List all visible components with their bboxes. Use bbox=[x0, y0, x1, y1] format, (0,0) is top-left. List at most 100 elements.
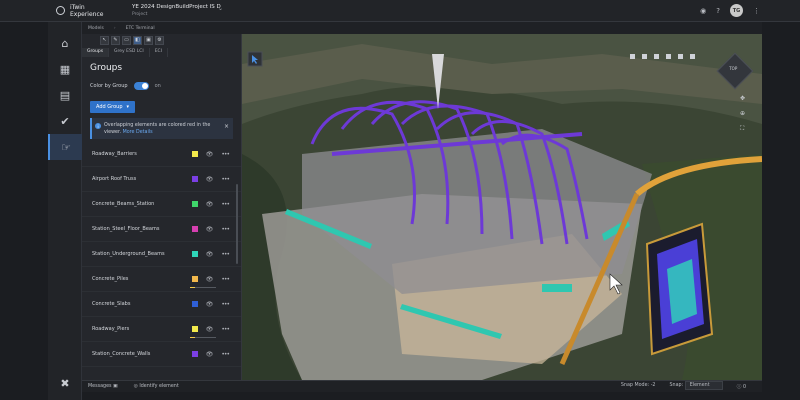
view-tool-5-icon[interactable] bbox=[678, 54, 683, 59]
view-tool-4-icon[interactable] bbox=[666, 54, 671, 59]
document-icon[interactable]: ▤ bbox=[48, 82, 82, 108]
more-options-icon[interactable]: ••• bbox=[221, 176, 230, 183]
view-cube-label: TOP bbox=[729, 66, 738, 72]
messages-button[interactable]: Messages ▣ bbox=[88, 384, 118, 389]
more-options-icon[interactable]: ••• bbox=[221, 326, 230, 333]
breadcrumb-root[interactable]: Models bbox=[88, 26, 104, 31]
group-color-swatch[interactable] bbox=[191, 151, 198, 157]
group-row[interactable]: Concrete_Piles 👁 ••• bbox=[82, 267, 241, 292]
pan-icon[interactable]: ✥ bbox=[740, 95, 745, 102]
pen-tool-icon[interactable]: ✎ bbox=[111, 35, 120, 45]
view-tool-6-icon[interactable] bbox=[690, 54, 695, 59]
eye-icon[interactable]: 👁 bbox=[206, 351, 214, 358]
view-tool-2-icon[interactable] bbox=[642, 54, 647, 59]
measure-tool-icon[interactable]: ▭ bbox=[122, 35, 131, 45]
group-row[interactable]: Station_Concrete_Walls 👁 ••• bbox=[82, 342, 241, 367]
group-color-swatch[interactable] bbox=[191, 276, 198, 282]
group-row[interactable]: Roadway_Barriers 👁 ••• bbox=[82, 142, 241, 167]
color-by-group-label: Color by Group bbox=[90, 83, 128, 89]
more-options-icon[interactable]: ••• bbox=[221, 251, 230, 258]
group-color-swatch[interactable] bbox=[191, 201, 198, 207]
breadcrumb-current[interactable]: ETC Terminal bbox=[126, 26, 155, 31]
overlap-alert: i Overlapping elements are colored red i… bbox=[90, 118, 233, 139]
group-color-swatch[interactable] bbox=[191, 351, 198, 357]
left-margin bbox=[0, 22, 48, 400]
fit-view-icon[interactable]: ⛶ bbox=[740, 125, 745, 133]
eye-icon[interactable]: 👁 bbox=[206, 176, 214, 183]
snap-dropdown[interactable]: Element bbox=[684, 381, 723, 390]
color-by-group-toggle[interactable] bbox=[133, 82, 149, 90]
notification-icon[interactable]: ◉ bbox=[700, 7, 706, 15]
tools-icon[interactable]: ✖ bbox=[48, 370, 82, 396]
group-color-swatch[interactable] bbox=[191, 301, 198, 307]
top-right-actions: ◉ ? TG ⋮ bbox=[700, 4, 760, 17]
brand[interactable]: iTwin Experience bbox=[0, 4, 120, 18]
project-selector[interactable]: YE 2024 DesignBuildProject IS D Project … bbox=[132, 4, 223, 18]
group-row[interactable]: Concrete_Beams_Station 👁 ••• bbox=[82, 192, 241, 217]
isolate-tool-icon[interactable]: ▣ bbox=[144, 35, 153, 45]
insights-icon[interactable]: ▦ bbox=[48, 56, 82, 82]
eye-icon[interactable]: 👁 bbox=[206, 251, 214, 258]
group-name: Roadway_Barriers bbox=[92, 151, 137, 157]
view-tool-3-icon[interactable] bbox=[654, 54, 659, 59]
status-right: Snap Mode: -2 Snap: Element ⓘ 0 bbox=[621, 381, 762, 390]
eye-icon[interactable]: 👁 bbox=[206, 326, 214, 333]
group-color-swatch[interactable] bbox=[191, 226, 198, 232]
color-by-group-value: on bbox=[154, 83, 161, 89]
eye-icon[interactable]: 👁 bbox=[206, 301, 214, 308]
group-name: Station_Concrete_Walls bbox=[92, 351, 151, 357]
group-list: Roadway_Barriers 👁 ••• Airport Roof Truss 👁 •… bbox=[82, 142, 241, 367]
check-icon[interactable]: ✔ bbox=[48, 108, 82, 134]
tab-grey-esd[interactable]: Grey ESD LCI bbox=[109, 48, 150, 57]
group-color-swatch[interactable] bbox=[191, 326, 198, 332]
eye-icon[interactable]: 👁 bbox=[206, 276, 214, 283]
eye-icon[interactable]: 👁 bbox=[206, 151, 214, 158]
add-group-button[interactable]: Add Group ▾ bbox=[90, 101, 136, 113]
more-options-icon[interactable]: ••• bbox=[221, 276, 230, 283]
left-rail: ⌂ ▦ ▤ ✔ ☞ ✖ bbox=[48, 22, 82, 400]
3d-viewport[interactable] bbox=[242, 34, 762, 380]
help-icon[interactable]: ? bbox=[716, 7, 720, 15]
panel-scrollbar[interactable] bbox=[236, 184, 238, 264]
status-bar: Messages ▣ ◎ Identify element Snap Mode:… bbox=[82, 380, 762, 392]
zoom-icon[interactable]: ⊕ bbox=[740, 110, 745, 117]
more-details-link[interactable]: More Details bbox=[123, 130, 153, 135]
group-row[interactable]: Airport Roof Truss 👁 ••• bbox=[82, 167, 241, 192]
apps-icon[interactable]: ⋮ bbox=[753, 7, 760, 15]
more-options-icon[interactable]: ••• bbox=[221, 201, 230, 208]
tab-groups[interactable]: Groups bbox=[82, 48, 110, 57]
more-options-icon[interactable]: ••• bbox=[221, 226, 230, 233]
group-name: Concrete_Slabs bbox=[92, 301, 131, 307]
group-name: Station_Underground_Beams bbox=[92, 251, 165, 257]
group-color-swatch[interactable] bbox=[191, 176, 198, 182]
snap-mode[interactable]: Snap Mode: -2 bbox=[621, 383, 656, 390]
app-window: iTwin Experience YE 2024 DesignBuildProj… bbox=[0, 0, 800, 400]
group-row[interactable]: Roadway_Piers 👁 ••• bbox=[82, 317, 241, 342]
breadcrumb: Models › ETC Terminal bbox=[82, 22, 762, 34]
groups-icon[interactable]: ☞ bbox=[48, 134, 82, 160]
group-name: Airport Roof Truss bbox=[92, 176, 137, 182]
group-row[interactable]: Station_Steel_Floor_Beams 👁 ••• bbox=[82, 217, 241, 242]
view-tool-1-icon[interactable] bbox=[630, 54, 635, 59]
close-icon[interactable]: × bbox=[224, 123, 229, 130]
group-row[interactable]: Station_Underground_Beams 👁 ••• bbox=[82, 242, 241, 267]
settings-tool-icon[interactable]: ⚙ bbox=[155, 35, 164, 45]
eye-icon[interactable]: 👁 bbox=[206, 201, 214, 208]
select-tool-icon[interactable]: ↖ bbox=[100, 35, 109, 45]
eye-icon[interactable]: 👁 bbox=[206, 226, 214, 233]
more-options-icon[interactable]: ••• bbox=[221, 301, 230, 308]
snap-mode-label: Snap Mode bbox=[620, 383, 648, 388]
more-options-icon[interactable]: ••• bbox=[221, 351, 230, 358]
count-value: 0 bbox=[742, 385, 746, 390]
section-tool-icon[interactable]: ◧ bbox=[133, 35, 142, 45]
home-icon[interactable]: ⌂ bbox=[48, 30, 82, 56]
identify-element-button[interactable]: ◎ Identify element bbox=[134, 384, 179, 389]
group-row[interactable]: Concrete_Slabs 👁 ••• bbox=[82, 292, 241, 317]
more-options-icon[interactable]: ••• bbox=[221, 151, 230, 158]
group-color-swatch[interactable] bbox=[191, 251, 198, 257]
avatar[interactable]: TG bbox=[730, 4, 743, 17]
add-group-label: Add Group bbox=[96, 104, 123, 110]
snap-selector: Snap: Element bbox=[670, 381, 723, 390]
chevron-down-icon[interactable]: ⌄ bbox=[218, 5, 223, 12]
tab-eci[interactable]: ECI bbox=[150, 48, 169, 57]
